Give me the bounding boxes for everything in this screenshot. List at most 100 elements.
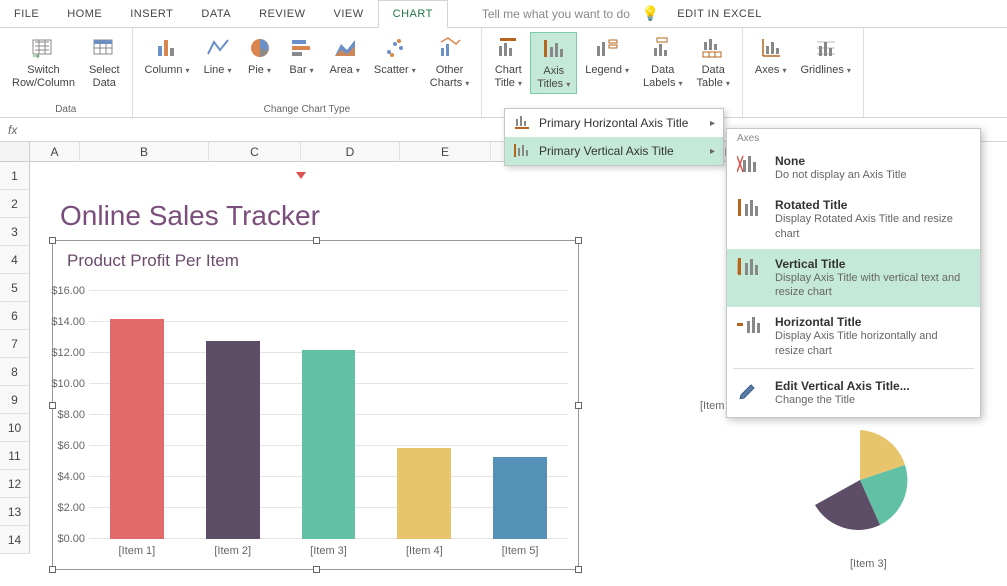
ribbon-group-chart-type: Column ▾ Line ▾ Pie ▾ Bar ▾ Area ▾ Scatt…	[133, 28, 483, 117]
axes-icon	[759, 36, 783, 60]
select-all-corner[interactable]	[0, 142, 30, 162]
row-header-9[interactable]: 9	[0, 386, 30, 414]
x-label: [Item 3]	[310, 545, 347, 557]
dropdown-primary-vertical[interactable]: Primary Vertical Axis Title ▸	[505, 137, 723, 165]
resize-handle-nw[interactable]	[49, 237, 56, 244]
chart-title[interactable]: Product Profit Per Item	[53, 241, 578, 275]
chart-scatter-button[interactable]: Scatter ▾	[368, 32, 422, 79]
resize-handle-w[interactable]	[49, 402, 56, 409]
tab-data[interactable]: DATA	[187, 0, 245, 28]
bar-2[interactable]	[302, 350, 356, 539]
col-header-D[interactable]: D	[301, 142, 400, 162]
col-header-A[interactable]: A	[30, 142, 80, 162]
area-chart-icon	[333, 36, 357, 60]
chart-title-icon	[496, 36, 520, 60]
x-label: [Item 4]	[406, 545, 443, 557]
line-chart-icon	[206, 36, 230, 60]
row-header-5[interactable]: 5	[0, 274, 30, 302]
submenu-header: Axes	[727, 131, 980, 146]
gridlines-button[interactable]: Gridlines ▾	[794, 32, 856, 79]
horizontal-icon	[737, 315, 765, 335]
chart-bar-button[interactable]: Bar ▾	[282, 32, 322, 79]
axis-titles-icon	[542, 37, 566, 61]
horiz-axis-icon	[513, 115, 531, 131]
data-labels-button[interactable]: Data Labels ▾	[637, 32, 689, 92]
chart-area-button[interactable]: Area ▾	[324, 32, 366, 79]
legend-button[interactable]: Legend ▾	[579, 32, 635, 79]
comment-indicator	[296, 172, 306, 179]
scatter-chart-icon	[383, 36, 407, 60]
row-header-8[interactable]: 8	[0, 358, 30, 386]
y-tick: $16.00	[51, 285, 85, 297]
bar-3[interactable]	[397, 448, 451, 539]
bar-4[interactable]	[493, 457, 547, 539]
submenu-horizontal[interactable]: Horizontal TitleDisplay Axis Title horiz…	[727, 307, 980, 366]
chart-pie-button[interactable]: Pie ▾	[240, 32, 280, 79]
resize-handle-n[interactable]	[313, 237, 320, 244]
pie-label-bottom: [Item 3]	[850, 558, 887, 570]
y-tick: $14.00	[51, 316, 85, 328]
col-header-C[interactable]: C	[209, 142, 301, 162]
chart-line-button[interactable]: Line ▾	[198, 32, 238, 79]
submenu-edit-title[interactable]: Edit Vertical Axis Title...Change the Ti…	[727, 371, 980, 415]
pie-label-top: [Item	[700, 400, 724, 412]
ribbon-tabs: FILE HOME INSERT DATA REVIEW VIEW CHART …	[0, 0, 1007, 28]
gridlines-icon	[814, 36, 838, 60]
vertical-icon	[737, 257, 765, 277]
x-label: [Item 1]	[119, 545, 156, 557]
group-label-data: Data	[55, 104, 76, 115]
pencil-icon	[737, 379, 765, 399]
row-header-2[interactable]: 2	[0, 190, 30, 218]
resize-handle-s[interactable]	[313, 566, 320, 573]
tab-home[interactable]: HOME	[53, 0, 116, 28]
ribbon-group-labels: Chart Title ▾ Axis Titles ▾ Legend ▾ Dat…	[482, 28, 742, 117]
row-header-14[interactable]: 14	[0, 526, 30, 554]
y-tick: $2.00	[57, 502, 85, 514]
resize-handle-sw[interactable]	[49, 566, 56, 573]
axes-button[interactable]: Axes ▾	[749, 32, 793, 79]
edit-in-excel-link[interactable]: EDIT IN EXCEL	[677, 8, 762, 20]
submenu-none[interactable]: NoneDo not display an Axis Title	[727, 146, 980, 190]
chart-other-button[interactable]: Other Charts ▾	[424, 32, 475, 92]
data-table-button[interactable]: Data Table ▾	[691, 32, 736, 92]
row-header-12[interactable]: 12	[0, 470, 30, 498]
chart-column-button[interactable]: Column ▾	[139, 32, 196, 79]
none-icon	[737, 154, 765, 174]
tab-chart[interactable]: CHART	[378, 0, 448, 28]
submenu-vertical[interactable]: Vertical TitleDisplay Axis Title with ve…	[727, 249, 980, 308]
tell-me-search[interactable]: Tell me what you want to do	[478, 5, 638, 23]
y-tick: $12.00	[51, 347, 85, 359]
bar-0[interactable]	[110, 319, 164, 539]
pie-chart-fragment: [Item [Item 3]	[700, 400, 980, 580]
vertical-axis-title-submenu: Axes NoneDo not display an Axis Title Ro…	[726, 128, 981, 418]
col-header-B[interactable]: B	[80, 142, 209, 162]
tab-file[interactable]: FILE	[0, 0, 53, 28]
legend-icon	[595, 36, 619, 60]
resize-handle-se[interactable]	[575, 566, 582, 573]
select-data-button[interactable]: Select Data	[83, 32, 126, 92]
row-header-10[interactable]: 10	[0, 414, 30, 442]
axis-titles-button[interactable]: Axis Titles ▾	[530, 32, 577, 94]
chart-title-button[interactable]: Chart Title ▾	[488, 32, 528, 92]
submenu-rotated[interactable]: Rotated TitleDisplay Rotated Axis Title …	[727, 190, 980, 249]
y-tick: $6.00	[57, 440, 85, 452]
tab-insert[interactable]: INSERT	[116, 0, 187, 28]
resize-handle-e[interactable]	[575, 402, 582, 409]
data-labels-icon	[651, 36, 675, 60]
row-header-7[interactable]: 7	[0, 330, 30, 358]
y-tick: $4.00	[57, 471, 85, 483]
tab-review[interactable]: REVIEW	[245, 0, 319, 28]
row-header-3[interactable]: 3	[0, 218, 30, 246]
tab-view[interactable]: VIEW	[320, 0, 378, 28]
resize-handle-ne[interactable]	[575, 237, 582, 244]
row-header-4[interactable]: 4	[0, 246, 30, 274]
dropdown-primary-horizontal[interactable]: Primary Horizontal Axis Title ▸	[505, 109, 723, 137]
row-header-1[interactable]: 1	[0, 162, 30, 190]
row-header-11[interactable]: 11	[0, 442, 30, 470]
embedded-chart[interactable]: Product Profit Per Item $0.00$2.00$4.00$…	[52, 240, 579, 570]
col-header-E[interactable]: E	[400, 142, 491, 162]
bar-1[interactable]	[206, 341, 260, 539]
row-header-6[interactable]: 6	[0, 302, 30, 330]
switch-row-column-button[interactable]: Switch Row/Column	[6, 32, 81, 92]
row-header-13[interactable]: 13	[0, 498, 30, 526]
